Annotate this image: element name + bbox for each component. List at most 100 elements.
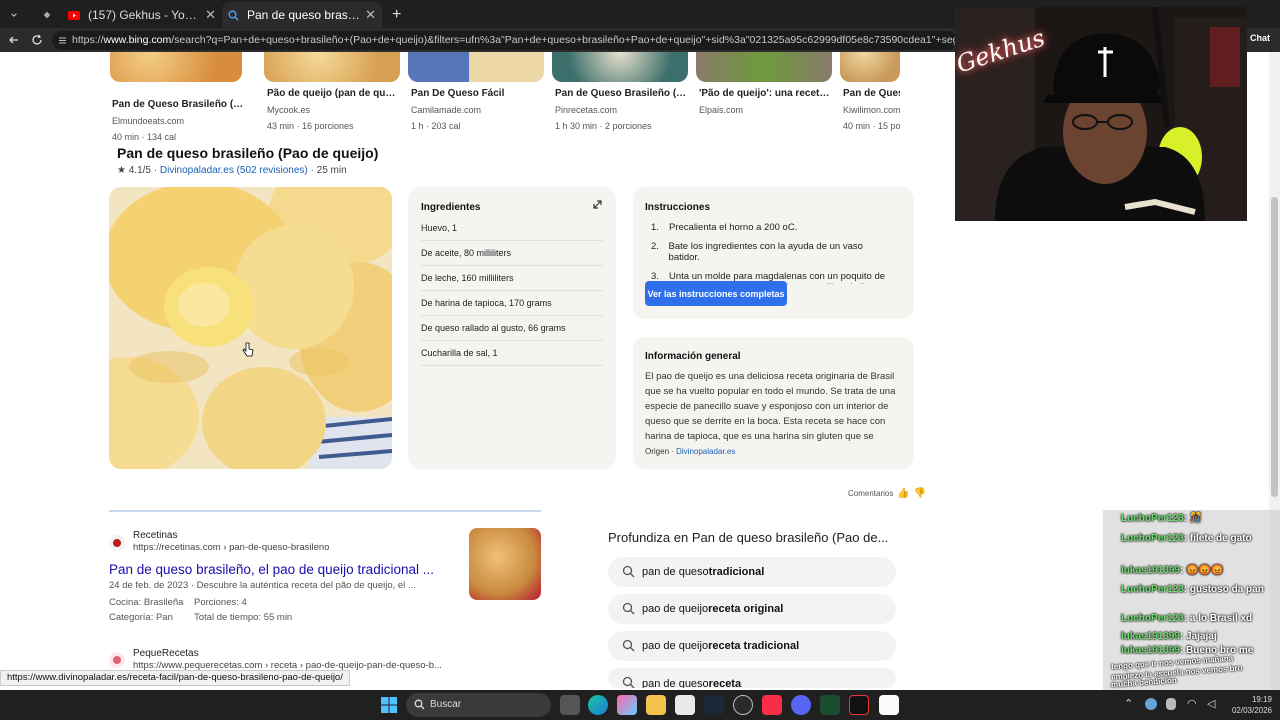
instructions-steps: 1. Precalienta el horno a 200 oC. 2. Bate … xyxy=(651,222,891,284)
tiktok-icon[interactable] xyxy=(849,695,869,715)
recipe-card[interactable]: Pan de Queso Kiwilimon.com 40 min · 15 p… xyxy=(840,52,900,131)
youtube-icon xyxy=(68,10,80,20)
search-icon xyxy=(622,676,635,688)
recipe-card-source: Elpais.com xyxy=(699,105,744,115)
scrollbar-thumb[interactable] xyxy=(1271,197,1278,497)
recipe-card-name: Pan De Queso Fácil xyxy=(411,88,505,99)
tab-actions-button[interactable] xyxy=(4,2,24,28)
tab-bing-active[interactable]: Pan de queso brasileño (Pao de queijo) ✕ xyxy=(222,2,382,28)
related-search-item[interactable]: pao de queijo receta original xyxy=(608,594,896,624)
site-info-icon[interactable] xyxy=(58,36,67,45)
ingredient-item: De harina de tapioca, 170 grams xyxy=(421,291,603,316)
rating-source-link[interactable]: Divinopaladar.es (502 revisiones) xyxy=(160,165,308,176)
ingredient-item: Cucharilla de sal, 1 xyxy=(421,341,603,366)
ingredients-title: Ingredientes xyxy=(421,202,481,213)
search-icon xyxy=(622,565,635,578)
recipe-card-source: Mycook.es xyxy=(267,105,311,115)
store-icon[interactable] xyxy=(675,695,695,715)
recipe-thumbnail xyxy=(696,52,832,82)
taskbar-search[interactable]: Buscar xyxy=(406,693,551,717)
back-arrow-icon[interactable] xyxy=(8,34,20,46)
tab-title: Pan de queso brasileño (Pao de queijo) xyxy=(247,8,361,22)
result-title-link[interactable]: Pan de queso brasileño, el pao de queijo… xyxy=(109,562,434,577)
recipe-card-source: Kiwilimon.com xyxy=(843,105,900,115)
recipe-card-name: 'Pão de queijo': una receta fá... xyxy=(699,88,832,99)
wifi-icon[interactable]: ◠ xyxy=(1187,697,1197,710)
close-icon[interactable]: ✕ xyxy=(365,7,376,23)
obs-icon[interactable] xyxy=(733,695,753,715)
notepad-icon[interactable] xyxy=(879,695,899,715)
recipe-card[interactable]: Pan de Queso Brasileño (Pa... Elmundoeat… xyxy=(110,52,246,142)
task-view-icon[interactable] xyxy=(560,695,580,715)
webcam-overlay: Gekhus xyxy=(955,7,1247,221)
windows-start-icon[interactable] xyxy=(381,697,397,713)
general-info-panel: Información general El pao de queijo es … xyxy=(633,337,914,469)
recipe-thumbnail xyxy=(552,52,688,82)
related-search-item[interactable]: pan de queso receta xyxy=(608,668,896,688)
chevron-up-icon[interactable]: ⌃ xyxy=(1124,697,1133,710)
full-instructions-button[interactable]: Ver las instrucciones completas xyxy=(645,281,787,306)
hand-cursor-icon xyxy=(242,342,254,357)
ingredient-item: De leche, 160 milliliters xyxy=(421,266,603,291)
chat-message: LuchoPer123: gustoso da pan xyxy=(1121,584,1264,595)
close-icon[interactable]: ✕ xyxy=(205,7,216,23)
recipe-card[interactable]: Pão de queijo (pan de queso ... Mycook.e… xyxy=(264,52,400,131)
ingredients-list: Huevo, 1 De aceite, 80 milliliters De le… xyxy=(421,216,603,366)
ingredient-item: Huevo, 1 xyxy=(421,216,603,241)
tab-youtube[interactable]: (157) Gekhus - YouTube ✕ xyxy=(62,2,222,28)
microphone-icon[interactable] xyxy=(1166,698,1176,710)
status-link-preview: https://www.divinopaladar.es/receta-faci… xyxy=(0,670,350,686)
taskbar-clock[interactable]: 19:19 02/03/2026 xyxy=(1232,694,1272,716)
result-cuisine: Cocina: Brasileña xyxy=(109,597,184,608)
volume-icon[interactable]: ◁ xyxy=(1207,697,1215,710)
recipe-card[interactable]: Pan de Queso Brasileño (Pã... Pinrecetas… xyxy=(552,52,688,131)
site-favicon xyxy=(109,652,125,668)
thumbs-down-icon[interactable]: 👎 xyxy=(914,488,926,499)
recipe-card-name: Pão de queijo (pan de queso ... xyxy=(267,88,400,99)
copilot-icon[interactable] xyxy=(617,695,637,715)
plus-icon: + xyxy=(392,6,402,23)
tab-title: (157) Gekhus - YouTube xyxy=(88,8,201,22)
ingredient-item: De aceite, 80 milliliters xyxy=(421,241,603,266)
new-tab-button[interactable]: + xyxy=(386,2,406,28)
refresh-icon[interactable] xyxy=(31,34,43,46)
result-thumbnail[interactable] xyxy=(469,528,541,600)
related-search-item[interactable]: pan de queso tradicional xyxy=(608,557,896,587)
music-icon[interactable] xyxy=(762,695,782,715)
steam-icon[interactable] xyxy=(704,695,724,715)
expand-icon[interactable] xyxy=(592,199,603,210)
url-host: www.bing.com xyxy=(103,34,172,46)
discord-icon[interactable] xyxy=(791,695,811,715)
url-path: /search?q=Pan+de+queso+brasileño+(Pao+de… xyxy=(171,34,957,46)
copilot-chat-button[interactable]: Chat xyxy=(1250,33,1270,43)
recipe-card[interactable]: Pan De Queso Fácil Camilamade.com 1 h · … xyxy=(408,52,544,131)
recipe-card-source: Camilamade.com xyxy=(411,105,482,115)
instructions-title: Instrucciones xyxy=(645,202,711,213)
recipe-main-image[interactable] xyxy=(109,187,392,469)
recipe-card-meta: 40 min · 134 cal xyxy=(112,132,177,142)
star-icon: ★ xyxy=(117,165,126,176)
recipe-rating-row: ★ 4.1/5 · Divinopaladar.es (502 revision… xyxy=(117,165,347,176)
tray-app-icon[interactable] xyxy=(1145,698,1157,710)
feedback-row: Comentarios 👍 👎 xyxy=(848,488,926,499)
origin-link[interactable]: Divinopaladar.es xyxy=(676,447,735,456)
edge-browser-icon[interactable] xyxy=(588,695,608,715)
result-site-name: Recetinas xyxy=(133,530,178,541)
xbox-icon[interactable] xyxy=(820,695,840,715)
url-input[interactable]: https://www.bing.com/search?q=Pan+de+que… xyxy=(52,31,957,50)
recipe-card-name: Pan de Queso xyxy=(843,88,900,99)
result-category: Categoría: Pan xyxy=(109,612,173,623)
result-url[interactable]: https://recetinas.com › pan-de-queso-bra… xyxy=(133,542,329,553)
ingredients-panel: Ingredientes Huevo, 1 De aceite, 80 mill… xyxy=(408,187,616,469)
related-search-item[interactable]: pao de queijo receta tradicional xyxy=(608,631,896,661)
info-origin: Origen · Divinopaladar.es xyxy=(645,447,736,456)
rating-value: 4.1/5 xyxy=(128,165,151,176)
recipe-card[interactable]: 'Pão de queijo': una receta fá... Elpais… xyxy=(696,52,832,121)
file-explorer-icon[interactable] xyxy=(646,695,666,715)
result-url[interactable]: https://www.pequerecetas.com › receta › … xyxy=(133,660,442,670)
instruction-step: 2. Bate los ingredientes con la ayuda de … xyxy=(651,241,863,263)
recipe-thumbnail xyxy=(840,52,900,82)
recipe-card-meta: 1 h 30 min · 2 porciones xyxy=(555,121,652,131)
thumbs-up-icon[interactable]: 👍 xyxy=(897,488,909,499)
tab-pinned[interactable] xyxy=(36,2,58,28)
